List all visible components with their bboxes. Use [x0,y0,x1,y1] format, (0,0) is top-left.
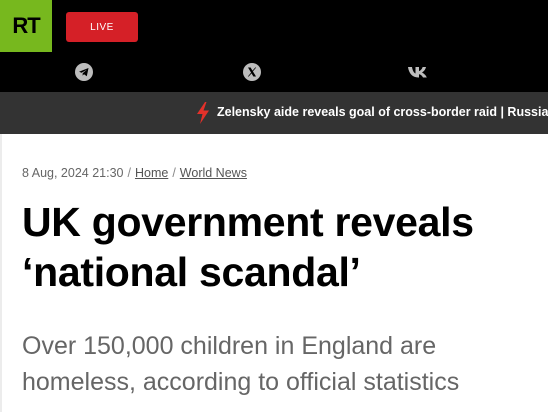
logo-text: RT [12,13,40,38]
page: RT LIVE Zelensky aide reveals goal of cr… [0,0,548,412]
live-button[interactable]: LIVE [66,12,138,42]
ticker-headline[interactable]: Zelensky aide reveals goal of cross-bord… [217,105,548,119]
breadcrumb-world-news[interactable]: World News [180,166,247,180]
article-summary: Over 150,000 children in England are hom… [22,332,460,396]
lightning-icon [196,102,210,124]
breadcrumb-home[interactable]: Home [135,166,168,180]
x-icon[interactable] [240,60,264,84]
breadcrumb-separator: / [127,166,131,180]
telegram-icon[interactable] [72,60,96,84]
article-meta: 8 Aug, 2024 21:30/Home / World News [22,166,247,180]
news-ticker[interactable]: Zelensky aide reveals goal of cross-bord… [0,92,548,134]
vk-icon[interactable] [407,60,431,84]
publish-date: 8 Aug, 2024 21:30 [22,166,124,180]
breadcrumb-separator: / [172,166,176,180]
social-links [0,60,548,84]
article-title: UK government reveals ‘national scandal’ [22,199,474,295]
site-header: RT LIVE [0,0,548,92]
rt-logo[interactable]: RT [0,0,52,52]
